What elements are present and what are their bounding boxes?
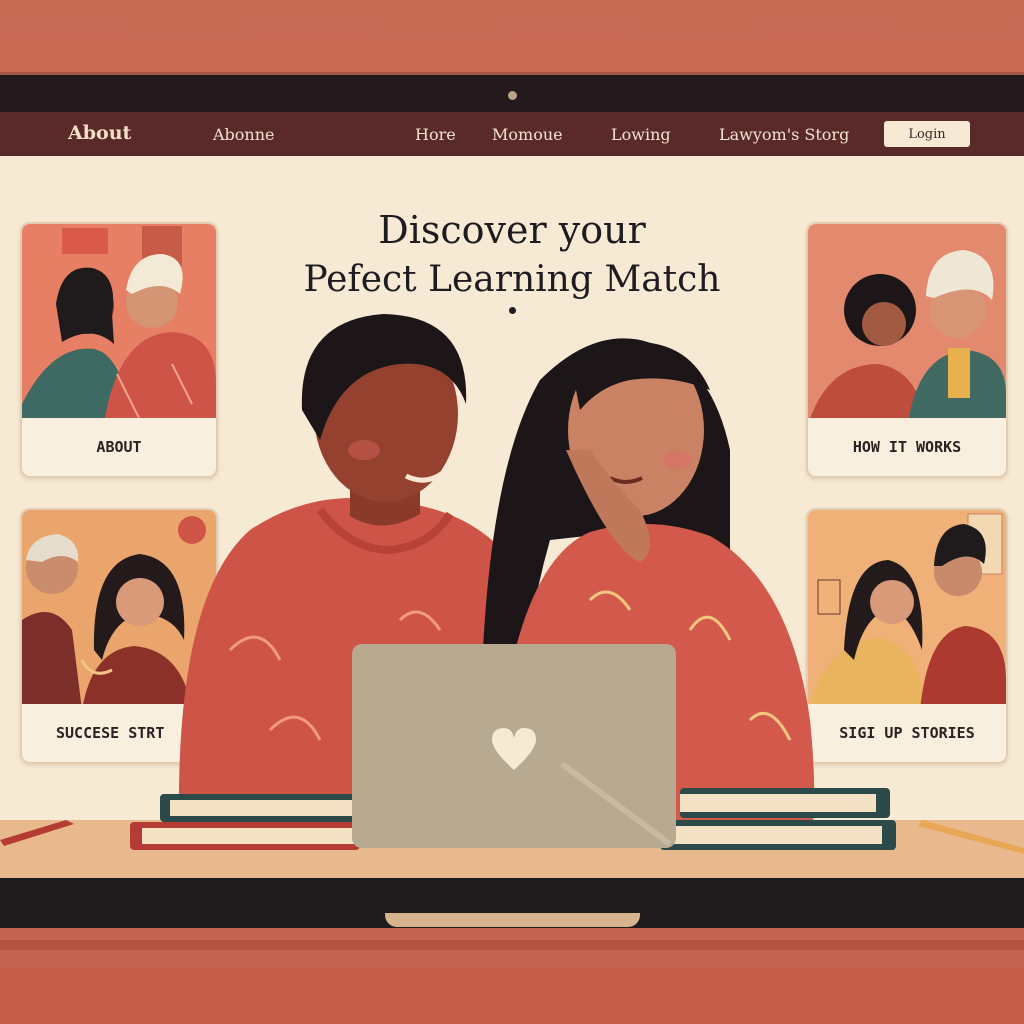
hero-headline: Discover your Pefect Learning Match: [230, 205, 794, 305]
monitor-stand: [0, 940, 1024, 950]
pencil-left-icon: [0, 820, 74, 846]
hero-line-2: Pefect Learning Match: [303, 259, 721, 300]
nav-item-momoue[interactable]: Momoue: [492, 125, 563, 144]
login-button[interactable]: Login: [884, 121, 970, 147]
hero-line-1: Discover your: [378, 208, 646, 252]
nav-item-lowing[interactable]: Lowing: [611, 125, 671, 144]
nav-item-abonne[interactable]: Abonne: [213, 125, 275, 144]
books-right: [660, 788, 896, 850]
nav-item-hore[interactable]: Hore: [415, 125, 456, 144]
nav-brand[interactable]: About: [68, 122, 131, 144]
pencil-right-icon: [918, 820, 1024, 854]
nav-item-stories[interactable]: Lawyom's Storg: [719, 125, 849, 144]
webcam-icon: [508, 91, 517, 100]
monitor-stand-neck: [385, 913, 640, 927]
laptop: [352, 644, 676, 848]
books-left: [130, 794, 360, 850]
scene: About Abonne Hore Momoue Lowing Lawyom's…: [0, 0, 1024, 1024]
